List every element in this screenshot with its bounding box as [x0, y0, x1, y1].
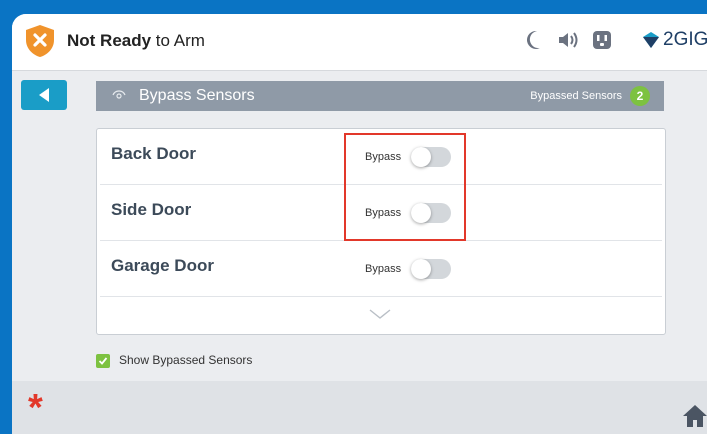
back-arrow-icon — [39, 88, 49, 102]
toggle-knob — [411, 259, 431, 279]
moon-icon[interactable] — [525, 30, 541, 50]
sensor-name: Garage Door — [111, 256, 214, 275]
home-icon[interactable] — [682, 403, 707, 427]
scroll-down-chevron-icon[interactable] — [369, 309, 391, 319]
brand-name: 2GIG — [663, 29, 707, 50]
alert-shield-icon — [26, 25, 54, 57]
show-bypassed-checkbox[interactable] — [96, 354, 110, 368]
outlet-icon[interactable] — [592, 30, 612, 50]
panel-screen: Not Ready to Arm 2GIG Bypass Sensors Byp… — [12, 14, 707, 434]
checkmark-icon — [98, 357, 108, 365]
arm-status-suffix: to Arm — [151, 31, 205, 50]
show-bypassed-label: Show Bypassed Sensors — [119, 353, 253, 367]
bypassed-count-label: Bypassed Sensors — [530, 90, 622, 102]
brand-gem-icon — [643, 32, 659, 48]
back-button[interactable] — [21, 80, 67, 110]
arm-status: Not Ready to Arm — [67, 31, 205, 51]
emergency-asterisk-icon[interactable]: * — [28, 387, 43, 430]
sensor-name: Back Door — [111, 144, 197, 163]
brand-logo: 2GIG — [642, 29, 707, 51]
bypassed-count-badge: 2 — [630, 86, 650, 106]
bypass-toggle-garage-door[interactable] — [411, 259, 451, 279]
annotation-highlight-box — [344, 133, 466, 241]
sensor-name: Side Door — [111, 200, 192, 219]
bypass-label: Bypass — [365, 263, 402, 275]
page-title: Bypass Sensors — [139, 87, 255, 104]
sensor-icon — [112, 90, 126, 99]
sensor-row-garage-door: Garage Door Bypass — [100, 241, 662, 297]
status-bar: Not Ready to Arm 2GIG — [12, 14, 707, 71]
speaker-icon[interactable] — [557, 30, 579, 50]
bottom-bar: * — [12, 381, 707, 434]
arm-status-state: Not Ready — [67, 31, 152, 50]
bypass-sensors-header: Bypass Sensors Bypassed Sensors 2 — [96, 81, 664, 111]
